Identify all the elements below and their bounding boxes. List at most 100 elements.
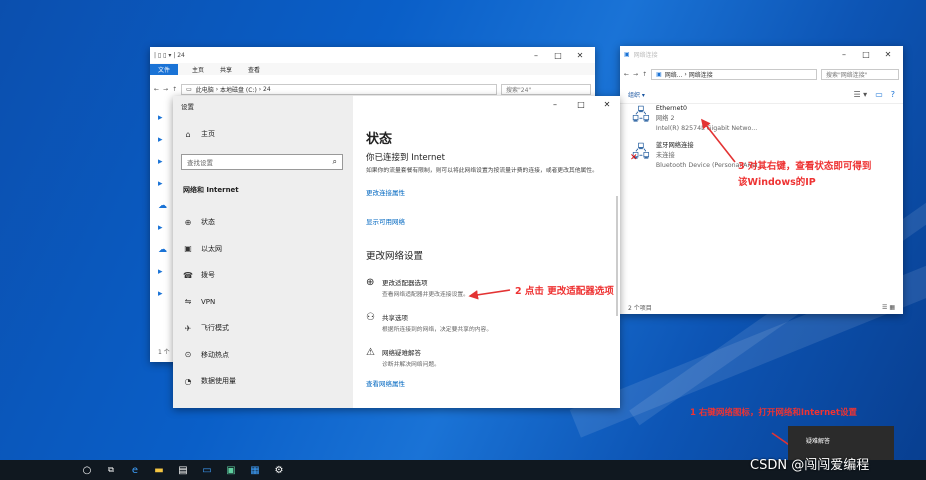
settings-nav-dialup[interactable]: ☎ 拨号 [173,262,353,289]
connection-name: 蓝牙网络连接 [655,142,694,149]
vpn-icon: ⇋ [184,297,192,307]
netconn-titlebar: ▣ 网络连接 – □ ✕ [620,46,903,62]
ribbon-tab-file[interactable]: 文件 [150,63,179,75]
disconnected-icon: ✕ [630,153,638,163]
settings-nav-status[interactable]: ⊕ 状态 [173,209,353,236]
settings-search-input[interactable]: 查找设置 ⌕ [181,154,343,170]
minimize-icon[interactable]: – [542,100,568,109]
network-adapter-icon: 🖧 [632,105,650,124]
option-sharing[interactable]: ⚇ 共享选项 根据所连接到的网络，决定要共享的内容。 [366,312,611,333]
close-icon[interactable]: ✕ [569,51,591,60]
settings-nav-vpn[interactable]: ⇋ VPN [173,289,353,316]
file-explorer-icon[interactable]: ▬ [147,460,171,480]
control-panel-icon[interactable]: ▦ [243,460,267,480]
settings-caption-buttons: – □ ✕ [542,96,620,112]
change-connection-properties-link[interactable]: 更改连接属性 [366,187,611,197]
annotation-step3-line2: 该Windows的IP [738,177,816,188]
explorer-quick-access[interactable]: | ▯ ▯ ▾ | 24 [154,52,185,59]
folder-icon[interactable]: ▸ ▸ ▸ ▸ ☁ ▸ ☁ ▸ ▸ [158,107,172,305]
settings-nav-airplane[interactable]: ✈ 飞行模式 [173,315,353,342]
explorer-titlebar: | ▯ ▯ ▾ | 24 – □ ✕ [150,47,595,63]
breadcrumb-pc[interactable]: 此电脑 [196,85,214,94]
maximize-icon[interactable]: □ [547,51,569,60]
troubleshoot-icon: ⚠ [366,346,375,358]
option-title: 网络疑难解答 [382,348,421,357]
nav-label: 飞行模式 [201,324,229,333]
connection-name: Ethernet0 [655,105,687,112]
home-icon: ⌂ [185,129,191,139]
explorer-address-bar[interactable]: ▭ 此电脑 › 本地磁盘 (C:) › 24 [181,83,497,95]
minimize-icon[interactable]: – [525,51,547,60]
nav-label: 移动热点 [201,350,229,359]
task-view-icon[interactable]: ⧉ [99,460,123,480]
option-troubleshoot[interactable]: ⚠ 网络疑难解答 诊断并解决网络问题。 [366,347,611,368]
preview-pane-icon[interactable]: ▭ [875,90,883,99]
bluetooth-adapter-icon: 🖧 ✕ [630,142,650,163]
settings-scrollbar[interactable] [616,196,618,316]
settings-nav-data-usage[interactable]: ◔ 数据使用量 [173,368,353,395]
ribbon-tab-home[interactable]: 主页 [184,64,212,75]
settings-home-label: 主页 [201,130,215,138]
dialup-icon: ☎ [183,270,193,280]
settings-nav-ethernet[interactable]: ▣ 以太网 [173,236,353,263]
store-icon[interactable]: ▤ [171,460,195,480]
show-available-networks-link[interactable]: 显示可用网络 [366,216,611,226]
maximize-icon[interactable]: □ [855,50,877,59]
breadcrumb-network[interactable]: 网络... [665,70,683,79]
sharing-icon: ⚇ [366,311,375,323]
forward-icon[interactable]: → [633,71,638,78]
nav-label: 状态 [201,218,215,227]
ribbon-tab-view[interactable]: 查看 [240,64,268,75]
explorer-nav-pane: ▸ ▸ ▸ ▸ ☁ ▸ ☁ ▸ ▸ [158,107,172,327]
breadcrumb-connections[interactable]: 网络连接 [689,70,713,79]
back-icon[interactable]: ← [624,71,629,78]
maximize-icon[interactable]: □ [568,100,594,109]
settings-sidebar: 设置 ⌂ 主页 查找设置 ⌕ 网络和 Internet ⊕ 状态 ▣ 以太网 ☎… [173,96,353,408]
back-icon[interactable]: ← [154,86,159,93]
settings-nav-hotspot[interactable]: ⊙ 移动热点 [173,342,353,369]
option-desc: 根据所连接到的网络，决定要共享的内容。 [382,326,493,333]
explorer-search-input[interactable]: 搜索"24" [501,83,591,95]
netconn-statusbar: 2 个项目 ☰ ▦ [620,300,903,314]
close-icon[interactable]: ✕ [877,50,899,59]
settings-nav: ⊕ 状态 ▣ 以太网 ☎ 拨号 ⇋ VPN ✈ 飞行模式 ⊙ 移动热点 ◔ 数据… [173,209,353,395]
breadcrumb-drive[interactable]: 本地磁盘 (C:) [220,85,257,94]
up-icon[interactable]: ↑ [642,71,647,78]
hotspot-icon: ⊙ [184,350,192,360]
explorer-ribbon: 文件 主页 共享 查看 [150,63,595,75]
minimize-icon[interactable]: – [833,50,855,59]
breadcrumb-folder[interactable]: 24 [263,86,271,93]
view-options-icon[interactable]: ☰ ▾ [853,90,867,99]
netconn-address-bar[interactable]: ▣ 网络... › 网络连接 [651,68,817,80]
airplane-icon: ✈ [184,323,192,333]
netconn-title: 网络连接 [633,51,658,59]
forward-icon[interactable]: → [163,86,168,93]
context-menu-troubleshoot[interactable]: 疑难解答 [788,426,894,445]
details-view-icon[interactable]: ☰ ▦ [882,304,895,311]
mail-icon[interactable]: ▭ [195,460,219,480]
search-icon[interactable]: ○ [75,460,99,480]
connection-description: 如果你的流量套餐有限制，则可以将此网络设置为按流量计费的连接，或者更改其他属性。 [366,168,598,174]
connection-item-ethernet[interactable]: 🖧 Ethernet0 网络 2 Intel(R) 82574L Gigabit… [632,104,757,134]
option-title: 共享选项 [382,313,408,322]
status-icon: ⊕ [184,217,192,227]
settings-home[interactable]: ⌂ 主页 [173,124,215,144]
netconn-search-input[interactable]: 搜索"网络连接" [821,68,899,80]
up-icon[interactable]: ↑ [172,86,177,93]
ribbon-tab-share[interactable]: 共享 [212,64,240,75]
nav-label: 拨号 [201,271,215,280]
view-network-properties-link[interactable]: 查看网络属性 [366,378,611,388]
settings-window: 设置 ⌂ 主页 查找设置 ⌕ 网络和 Internet ⊕ 状态 ▣ 以太网 ☎… [173,96,620,408]
organize-button[interactable]: 组织 ▾ [628,90,645,99]
netconn-title-icon: ▣ [624,50,630,58]
search-icon: ⌕ [332,157,337,166]
control-panel-icon: ▣ [656,70,662,78]
settings-title: 设置 [181,103,194,111]
watermark: CSDN @闯闯爱编程 [750,458,870,473]
option-desc: 诊断并解决网络问题。 [382,361,440,368]
close-icon[interactable]: ✕ [594,100,620,109]
edge-icon[interactable]: e [123,460,147,480]
help-icon[interactable]: ? [891,90,895,99]
terminal-icon[interactable]: ▣ [219,460,243,480]
settings-gear-icon[interactable]: ⚙ [267,460,291,480]
